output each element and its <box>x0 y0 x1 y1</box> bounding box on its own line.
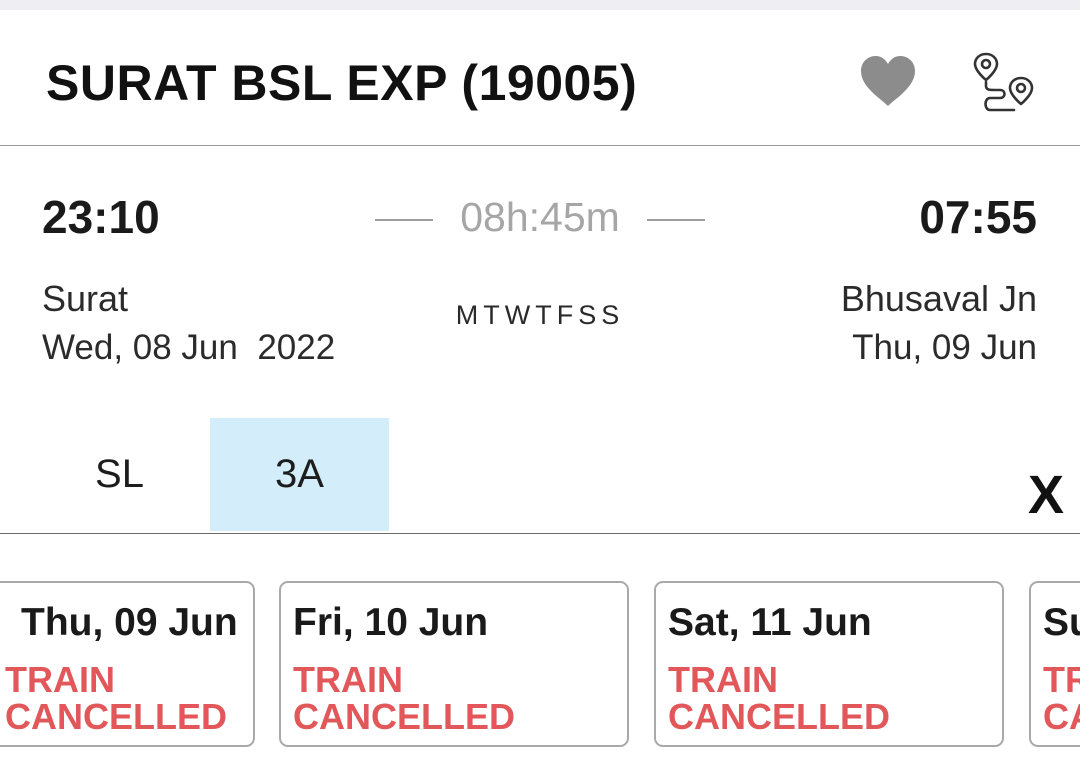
availability-date: Fri, 10 Jun <box>293 601 489 644</box>
run-days: MTWTFSS <box>455 300 625 330</box>
route-map-icon <box>973 52 1034 112</box>
close-button[interactable]: X <box>1028 468 1064 522</box>
availability-card-fri-10-jun[interactable]: Fri, 10 Jun TRAIN CANCELLED <box>279 581 629 747</box>
duration-indicator: 08h:45m <box>375 190 705 244</box>
tab-divider <box>0 533 1080 534</box>
arrival-time: 07:55 <box>919 191 1037 243</box>
duration-text: 08h:45m <box>460 194 620 240</box>
availability-date: Sun, 12 Jun <box>1043 601 1080 644</box>
origin-station: Surat <box>42 278 129 319</box>
availability-date: Thu, 09 Jun <box>21 601 238 644</box>
departure-time: 23:10 <box>42 191 160 243</box>
availability-status: TRAIN CANCELLED <box>1043 659 1080 737</box>
train-title: SURAT BSL EXP (19005) <box>46 55 638 111</box>
destination-station: Bhusaval Jn <box>840 278 1037 319</box>
tab-class-3a[interactable]: 3A <box>210 418 389 531</box>
availability-card-sat-11-jun[interactable]: Sat, 11 Jun TRAIN CANCELLED <box>654 581 1004 747</box>
availability-card-thu-09-jun[interactable]: Thu, 09 Jun TRAIN CANCELLED <box>0 581 255 747</box>
availability-status: TRAIN CANCELLED <box>5 659 227 737</box>
availability-status: TRAIN CANCELLED <box>293 659 515 737</box>
tab-class-sl-label: SL <box>95 452 144 496</box>
departure-date: Wed, 08 Jun 2022 <box>42 328 336 367</box>
heart-icon <box>861 56 915 106</box>
availability-status: TRAIN CANCELLED <box>668 659 890 737</box>
train-detail-card: SURAT BSL EXP (19005) 23:10 08h:45m 07:5… <box>0 10 1080 778</box>
tab-class-sl[interactable]: SL <box>30 418 209 531</box>
availability-card-sun-12-jun[interactable]: Sun, 12 Jun TRAIN CANCELLED <box>1029 581 1080 747</box>
availability-date: Sat, 11 Jun <box>668 601 872 644</box>
train-header: SURAT BSL EXP (19005) <box>0 10 1080 146</box>
favorite-button[interactable] <box>858 54 918 110</box>
duration-line-right <box>647 219 705 221</box>
arrival-date: Thu, 09 Jun <box>852 328 1037 367</box>
tab-class-3a-label: 3A <box>275 452 324 496</box>
route-map-button[interactable] <box>970 50 1038 116</box>
